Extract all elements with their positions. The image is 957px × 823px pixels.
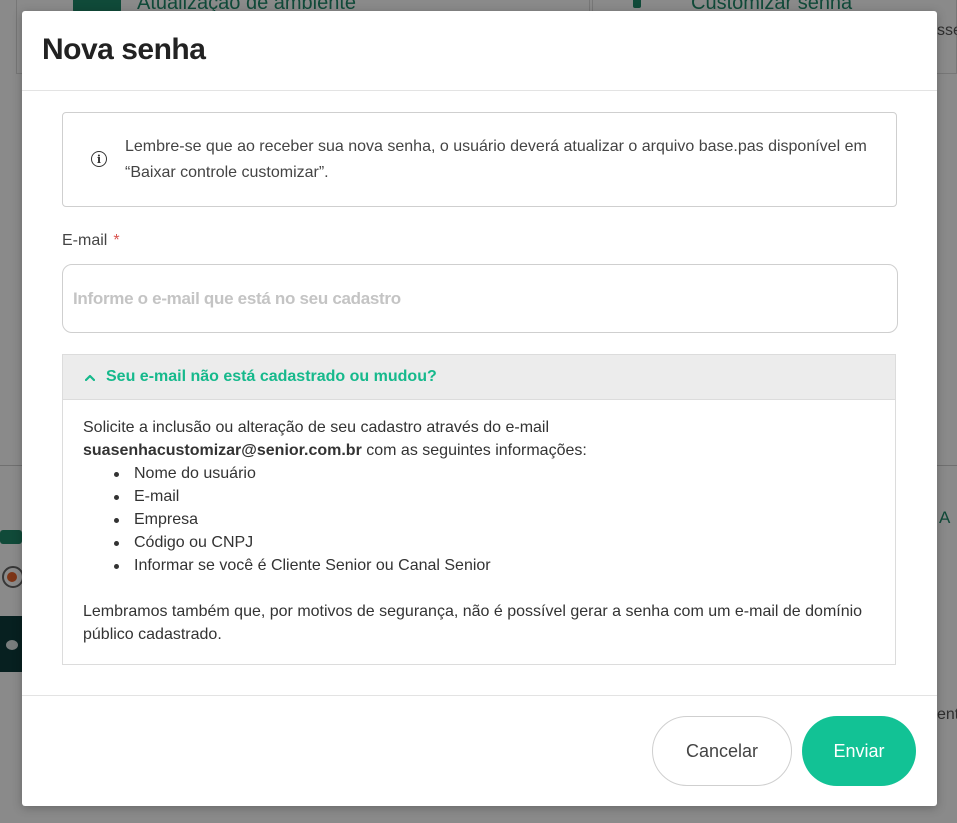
accordion-toggle[interactable]: Seu e-mail não está cadastrado ou mudou?: [63, 355, 895, 400]
email-help-accordion: Seu e-mail não está cadastrado ou mudou?…: [62, 354, 896, 665]
list-item: Informar se você é Cliente Senior ou Can…: [111, 554, 875, 577]
cancel-button[interactable]: Cancelar: [652, 716, 792, 786]
dialog-title: Nova senha: [42, 33, 206, 66]
dialog-footer: Cancelar Enviar: [22, 695, 937, 806]
accordion-intro: Solicite a inclusão ou alteração de seu …: [83, 416, 875, 462]
dialog-body: i Lembre-se que ao receber sua nova senh…: [22, 91, 937, 665]
required-info-list: Nome do usuário E-mail Empresa Código ou…: [111, 462, 875, 577]
info-icon: i: [91, 151, 107, 167]
accordion-content: Solicite a inclusão ou alteração de seu …: [63, 400, 895, 664]
list-item: Código ou CNPJ: [111, 531, 875, 554]
new-password-dialog: Nova senha i Lembre-se que ao receber su…: [22, 11, 937, 806]
accordion-intro-suffix: com as seguintes informações:: [361, 442, 587, 459]
accordion-title: Seu e-mail não está cadastrado ou mudou?: [106, 368, 437, 385]
email-label-text: E-mail: [62, 232, 108, 249]
email-field-label: E-mail *: [62, 232, 897, 252]
list-item: Empresa: [111, 508, 875, 531]
info-message: i Lembre-se que ao receber sua nova senh…: [62, 112, 897, 207]
email-input[interactable]: [62, 264, 898, 333]
list-item: Nome do usuário: [111, 462, 875, 485]
list-item: E-mail: [111, 485, 875, 508]
required-indicator: *: [113, 232, 120, 249]
security-note: Lembramos também que, por motivos de seg…: [83, 603, 863, 643]
info-message-text: Lembre-se que ao receber sua nova senha,…: [125, 138, 867, 181]
send-button[interactable]: Enviar: [802, 716, 916, 786]
accordion-intro-text: Solicite a inclusão ou alteração de seu …: [83, 419, 550, 436]
support-email: suasenhacustomizar@senior.com.br: [83, 442, 362, 459]
chevron-up-icon: [83, 370, 97, 384]
dialog-header: Nova senha: [22, 11, 937, 91]
